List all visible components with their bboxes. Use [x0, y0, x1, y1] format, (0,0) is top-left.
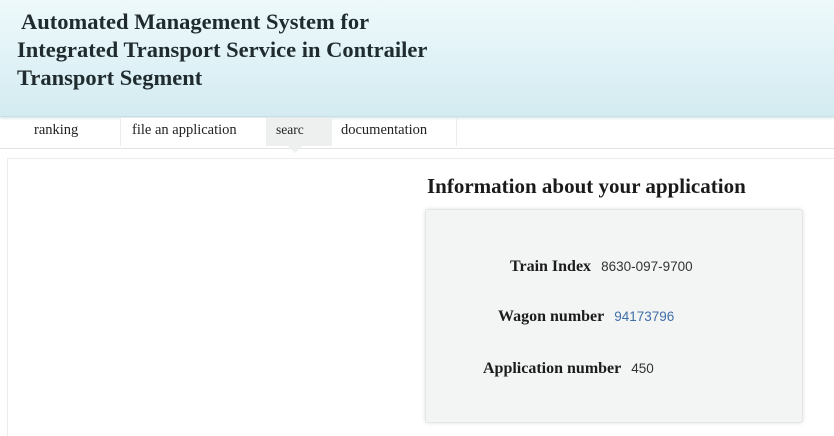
app-title-line-3: Transport Segment	[17, 65, 203, 90]
active-tab-pointer-icon	[288, 146, 302, 153]
nav-divider	[456, 118, 457, 146]
tab-file-application-label: file an application	[132, 122, 237, 138]
train-index-label: Train Index	[510, 258, 592, 275]
application-number-row: Application number 450	[483, 358, 654, 380]
tab-file-application[interactable]: file an application	[121, 118, 266, 146]
tab-search[interactable]: searc	[266, 118, 332, 153]
app-title: Automated Management System for Integrat…	[17, 8, 427, 92]
tab-documentation[interactable]: documentation	[332, 118, 456, 146]
app-title-line-2: Integrated Transport Service in Contrail…	[17, 37, 428, 62]
train-index-row: Train Index 8630-097-9700	[510, 256, 693, 278]
application-info-panel: Train Index 8630-097-9700 Wagon number 9…	[425, 209, 803, 423]
application-number-value: 450	[631, 361, 654, 376]
wagon-number-value[interactable]: 94173796	[614, 309, 674, 324]
tab-ranking-label: ranking	[34, 122, 79, 138]
tab-search-label: searc	[276, 122, 304, 137]
page: Automated Management System for Integrat…	[0, 0, 834, 436]
train-index-value: 8630-097-9700	[601, 259, 693, 274]
section-title: Information about your application	[427, 174, 746, 198]
wagon-number-row: Wagon number 94173796	[498, 306, 674, 328]
app-title-line-1: Automated Management System for	[21, 9, 370, 34]
application-number-label: Application number	[483, 360, 622, 377]
wagon-number-label: Wagon number	[498, 308, 605, 325]
header-banner: Automated Management System for Integrat…	[0, 0, 834, 117]
tab-ranking[interactable]: ranking	[24, 118, 119, 146]
main-nav: ranking file an application searc docume…	[0, 118, 834, 153]
tab-documentation-label: documentation	[341, 122, 428, 138]
